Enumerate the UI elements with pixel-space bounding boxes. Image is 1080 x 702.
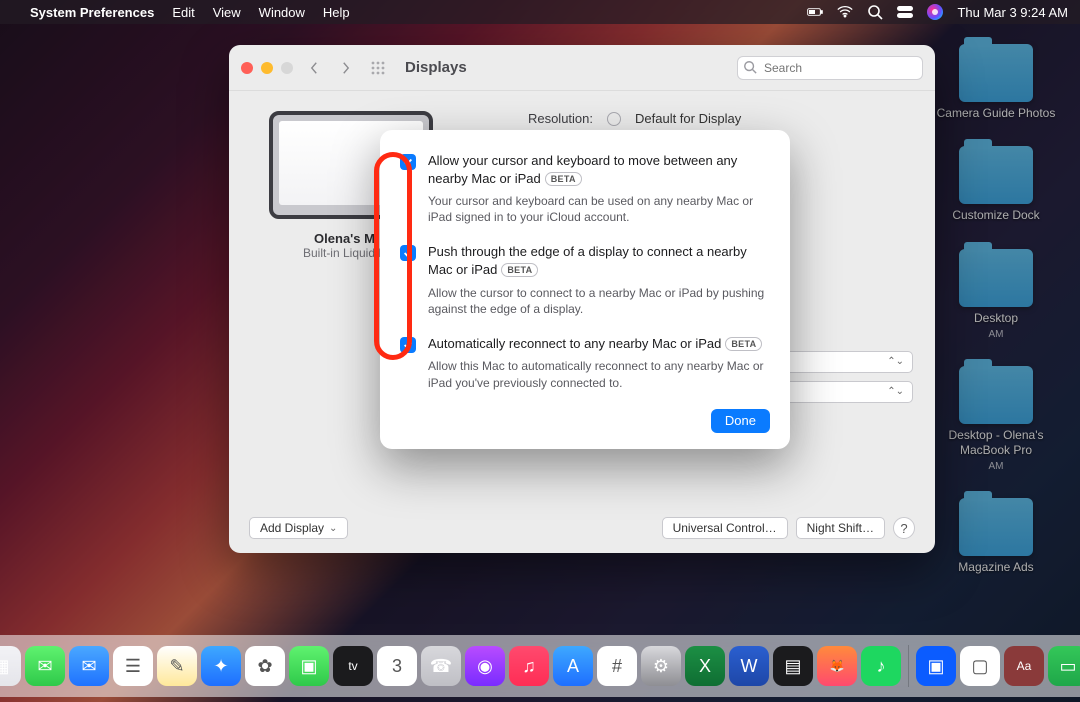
menu-window[interactable]: Window xyxy=(259,5,305,20)
window-title: Displays xyxy=(405,59,467,76)
zoom-window-button[interactable] xyxy=(281,62,293,74)
window-traffic-lights xyxy=(241,62,293,74)
chevron-down-icon: ⌄ xyxy=(329,523,337,534)
beta-badge: BETA xyxy=(545,172,582,186)
wifi-icon[interactable] xyxy=(837,4,853,20)
chevron-updown-icon: ⌃⌄ xyxy=(887,386,904,397)
dock-app-screenshot[interactable]: ▢ xyxy=(960,646,1000,686)
dock-app-messages[interactable]: ✉ xyxy=(25,646,65,686)
dock-app-zoom[interactable]: ▣ xyxy=(916,646,956,686)
option-title: Push through the edge of a display to co… xyxy=(428,243,770,278)
universal-control-button[interactable]: Universal Control… xyxy=(662,517,788,539)
menu-edit[interactable]: Edit xyxy=(172,5,194,20)
resolution-default-label: Default for Display xyxy=(635,111,741,126)
done-button[interactable]: Done xyxy=(711,409,770,433)
dock-app-slack[interactable]: # xyxy=(597,646,637,686)
search-input[interactable] xyxy=(737,56,923,80)
night-shift-button[interactable]: Night Shift… xyxy=(796,517,885,539)
back-button[interactable] xyxy=(303,57,325,79)
siri-icon[interactable] xyxy=(927,4,943,20)
option-desc: Allow this Mac to automatically reconnec… xyxy=(428,358,770,390)
add-display-button[interactable]: Add Display⌄ xyxy=(249,517,348,539)
dock-app-excel[interactable]: X xyxy=(685,646,725,686)
menu-clock[interactable]: Thu Mar 3 9:24 AM xyxy=(957,5,1068,20)
dock-app-spotify[interactable]: ♪ xyxy=(861,646,901,686)
menu-help[interactable]: Help xyxy=(323,5,350,20)
dock-app-notes[interactable]: ✎ xyxy=(157,646,197,686)
dock-app-podcasts[interactable]: ◉ xyxy=(465,646,505,686)
menu-view[interactable]: View xyxy=(213,5,241,20)
battery-icon[interactable] xyxy=(807,4,823,20)
help-button[interactable]: ? xyxy=(893,517,915,539)
resolution-default-radio[interactable] xyxy=(607,112,621,126)
universal-control-popover: Allow your cursor and keyboard to move b… xyxy=(380,130,790,449)
dock-app-sysprefs[interactable]: ⚙ xyxy=(641,646,681,686)
close-window-button[interactable] xyxy=(241,62,253,74)
dock-app-appletv[interactable]: tv xyxy=(333,646,373,686)
dock-app-photos[interactable]: ✿ xyxy=(245,646,285,686)
dock-app-calendar[interactable]: 3 xyxy=(377,646,417,686)
forward-button[interactable] xyxy=(335,57,357,79)
dock-app-safari[interactable]: ✦ xyxy=(201,646,241,686)
beta-badge: BETA xyxy=(725,337,762,351)
option-title: Allow your cursor and keyboard to move b… xyxy=(428,152,770,187)
menu-bar: System Preferences Edit View Window Help… xyxy=(0,0,1080,24)
spotlight-icon[interactable] xyxy=(867,4,883,20)
dock-app-music[interactable]: ♫ xyxy=(509,646,549,686)
checkbox-allow-cursor[interactable] xyxy=(400,154,416,170)
dock-app-word[interactable]: W xyxy=(729,646,769,686)
option-auto-reconnect: Automatically reconnect to any nearby Ma… xyxy=(400,335,770,391)
beta-badge: BETA xyxy=(501,263,538,277)
dock-separator xyxy=(908,645,909,687)
dock: ☺▦✉✉☰✎✦✿▣tv3☎◉♫A#⚙XW▤🦊♪▣▢Aa▭🗑 xyxy=(0,635,1080,697)
checkbox-push-through[interactable] xyxy=(400,245,416,261)
search-icon xyxy=(743,60,757,74)
minimize-window-button[interactable] xyxy=(261,62,273,74)
checkbox-auto-reconnect[interactable] xyxy=(400,337,416,353)
chevron-updown-icon: ⌃⌄ xyxy=(887,356,904,367)
option-allow-cursor: Allow your cursor and keyboard to move b… xyxy=(400,152,770,225)
app-menu[interactable]: System Preferences xyxy=(30,5,154,20)
dock-app-mail[interactable]: ✉ xyxy=(69,646,109,686)
dock-app-numbers[interactable]: ▭ xyxy=(1048,646,1080,686)
dock-app-reminders[interactable]: ☰ xyxy=(113,646,153,686)
dock-app-dictionary[interactable]: Aa xyxy=(1004,646,1044,686)
show-all-button[interactable] xyxy=(367,57,389,79)
search-wrapper xyxy=(737,56,923,80)
option-desc: Allow the cursor to connect to a nearby … xyxy=(428,285,770,317)
option-title: Automatically reconnect to any nearby Ma… xyxy=(428,335,770,353)
dock-app-contacts[interactable]: ☎ xyxy=(421,646,461,686)
dock-app-launchpad[interactable]: ▦ xyxy=(0,646,21,686)
option-push-through: Push through the edge of a display to co… xyxy=(400,243,770,316)
control-center-icon[interactable] xyxy=(897,4,913,20)
resolution-label: Resolution: xyxy=(473,111,593,126)
dock-app-activity[interactable]: ▤ xyxy=(773,646,813,686)
window-titlebar: Displays xyxy=(229,45,935,91)
dock-app-facetime[interactable]: ▣ xyxy=(289,646,329,686)
option-desc: Your cursor and keyboard can be used on … xyxy=(428,193,770,225)
dock-app-firefox[interactable]: 🦊 xyxy=(817,646,857,686)
dock-app-appstore[interactable]: A xyxy=(553,646,593,686)
display-name: Olena's M… xyxy=(314,231,388,246)
